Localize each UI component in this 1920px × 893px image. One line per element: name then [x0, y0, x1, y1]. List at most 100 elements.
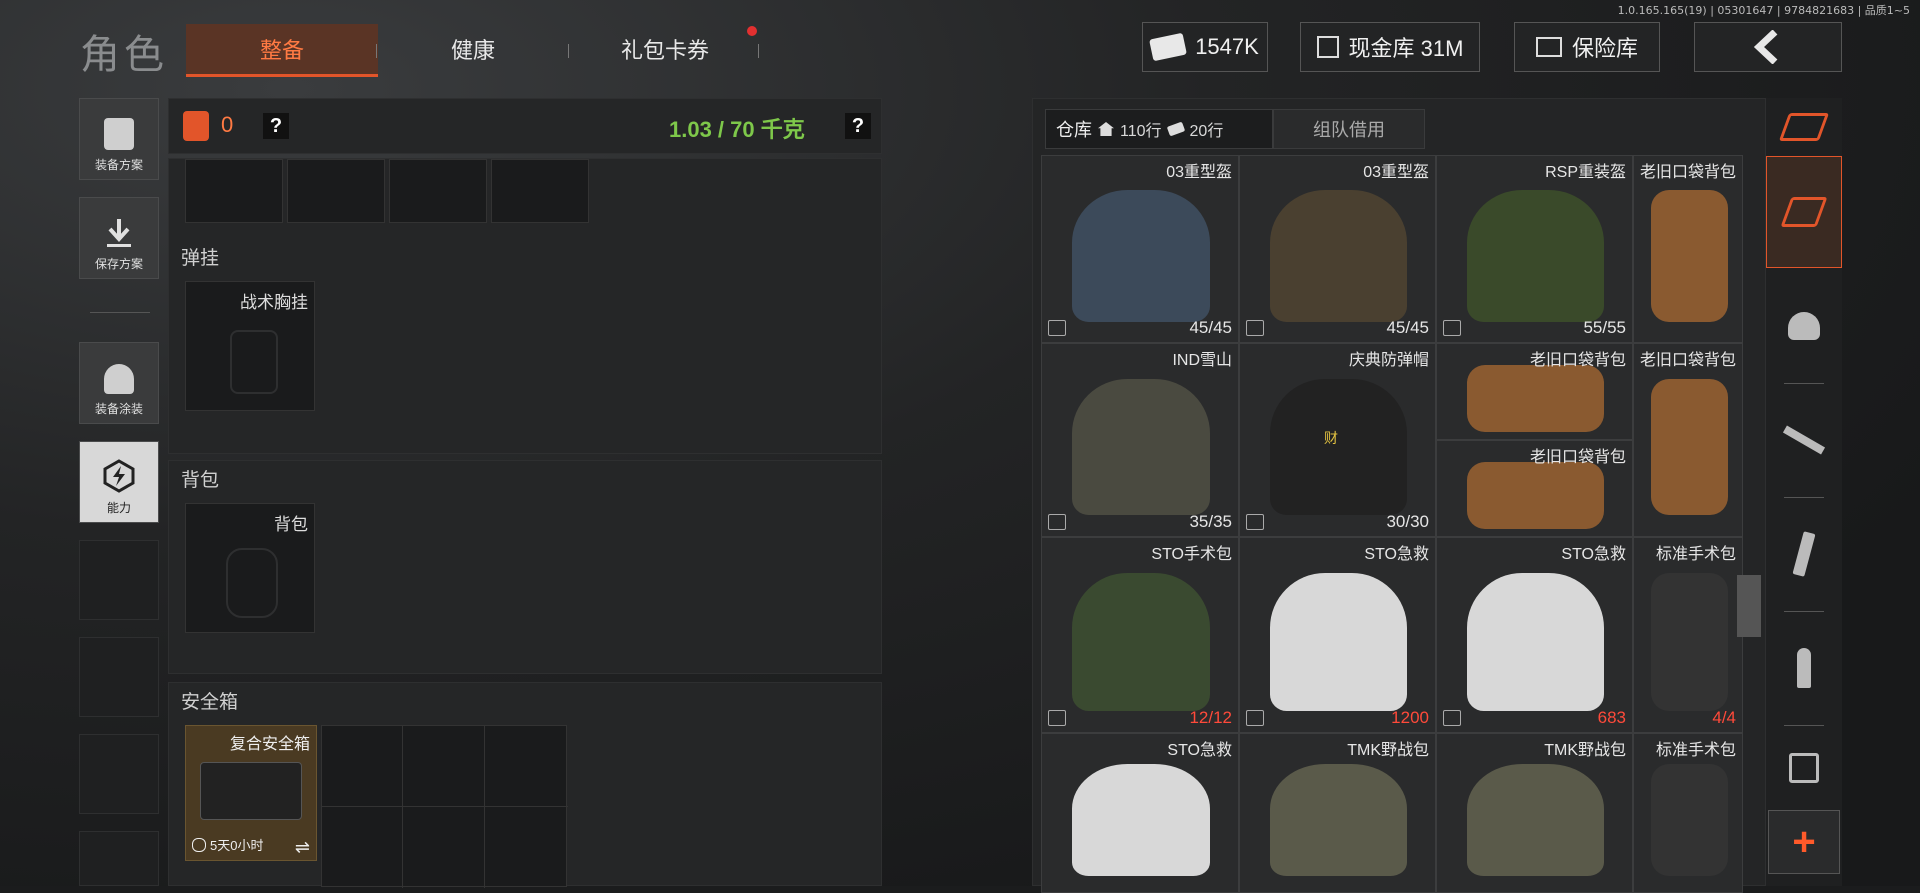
save-plan-button[interactable]: 保存方案 — [79, 197, 159, 279]
backpack-slot[interactable]: 背包 — [185, 503, 315, 633]
tab-equip[interactable]: 整备 — [186, 24, 378, 77]
warehouse-item[interactable]: RSP重装盔 55/55 — [1436, 155, 1633, 343]
scope-filter-button[interactable] — [1766, 726, 1842, 810]
tab-separator — [758, 44, 759, 58]
cash-vault-button[interactable]: 现金库 31M — [1300, 22, 1480, 72]
warehouse-item[interactable]: 老旧口袋背包 — [1436, 440, 1633, 537]
item-image-icon — [1071, 764, 1211, 876]
money-value: 1547K — [1195, 34, 1259, 59]
swap-icon[interactable]: ⇌ — [295, 837, 310, 858]
warehouse-item[interactable]: 庆典防弹帽 30/30 财 — [1239, 343, 1436, 537]
safebox-item[interactable]: 复合安全箱 5天0小时 ⇌ — [185, 725, 317, 861]
armor-icon — [183, 111, 209, 141]
insurance-button[interactable]: 保险库 — [1514, 22, 1660, 72]
warehouse-item[interactable]: IND雪山 35/35 — [1041, 343, 1239, 537]
backpack-slot-label: 背包 — [274, 515, 308, 534]
layers-download-icon — [1780, 197, 1828, 227]
warehouse-item[interactable]: 老旧口袋背包 — [1436, 343, 1633, 440]
loadout-plan-label: 装备方案 — [94, 158, 143, 172]
download-icon — [107, 219, 131, 247]
warehouse-item[interactable]: STO急救 — [1041, 733, 1239, 893]
item-image-icon — [1269, 573, 1408, 711]
scope-icon — [1789, 753, 1819, 783]
safebox-section: 安全箱 复合安全箱 5天0小时 ⇌ — [168, 682, 882, 888]
money-display[interactable]: 1547K — [1142, 22, 1268, 72]
ammo-filter-button[interactable] — [1766, 612, 1842, 724]
cash-stack-icon — [1149, 32, 1188, 62]
item-count: 30/30 — [1386, 512, 1429, 531]
ability-label: 能力 — [106, 501, 131, 515]
item-image-icon — [1650, 764, 1728, 876]
item-image-icon — [1269, 764, 1408, 876]
page-title: 角色 — [80, 33, 168, 77]
container-box-icon — [1443, 710, 1461, 726]
ability-button[interactable]: 能力 — [79, 441, 159, 523]
safebox-case-icon — [200, 762, 302, 820]
warehouse-item[interactable]: 标准手术包 — [1633, 733, 1743, 893]
warehouse-item[interactable]: STO急救 1200 — [1239, 537, 1436, 733]
sidebar-divider — [90, 312, 150, 313]
tab-separator — [376, 44, 377, 58]
item-count: 35/35 — [1189, 512, 1232, 531]
safebox-title: 安全箱 — [181, 692, 239, 713]
warehouse-tab[interactable]: 仓库 110行 20行 — [1045, 109, 1273, 149]
chevron-left-icon — [1753, 30, 1778, 64]
item-count: 55/55 — [1583, 318, 1626, 337]
helmet-filter-button[interactable] — [1766, 270, 1842, 382]
safebox-item-name: 复合安全箱 — [229, 736, 310, 753]
magazine-filter-button[interactable] — [1766, 498, 1842, 610]
equipment-paint-button[interactable]: 装备涂装 — [79, 342, 159, 424]
safebox-grid[interactable] — [321, 725, 568, 888]
armor-count: 0 — [221, 112, 234, 137]
item-name: STO手术包 — [1151, 546, 1232, 563]
help-button[interactable]: ? — [263, 113, 289, 139]
chest-rig-slot[interactable]: 战术胸挂 — [185, 281, 315, 411]
lightning-hex-icon — [103, 459, 135, 493]
tab-health[interactable]: 健康 — [378, 24, 568, 74]
item-name: 老旧口袋背包 — [1529, 352, 1626, 369]
item-image-icon — [1071, 190, 1211, 322]
weight-help-button[interactable]: ? — [845, 113, 871, 139]
item-image-icon — [1466, 573, 1605, 711]
loadout-plan-button[interactable]: 装备方案 — [79, 98, 159, 180]
warehouse-item[interactable]: 老旧口袋背包 — [1633, 155, 1743, 343]
item-image-icon — [1269, 379, 1408, 515]
item-name: 03重型盔 — [1166, 164, 1232, 181]
pocket-slot[interactable] — [287, 159, 385, 223]
backpack-section: 背包 背包 — [168, 460, 882, 674]
pocket-slot[interactable] — [491, 159, 589, 223]
warehouse-item[interactable]: 标准手术包 4/4 — [1633, 537, 1743, 733]
scrollbar-thumb[interactable] — [1737, 575, 1761, 637]
item-name: TMK野战包 — [1347, 742, 1429, 759]
pocket-slot[interactable] — [185, 159, 283, 223]
warehouse-item[interactable]: TMK野战包 — [1436, 733, 1633, 893]
tab-gift-cards[interactable]: 礼包卡券 — [570, 24, 760, 74]
container-box-icon — [1048, 710, 1066, 726]
layers-refresh-button[interactable] — [1766, 100, 1842, 154]
helmet-paint-icon — [104, 364, 134, 394]
item-image-icon — [1466, 190, 1605, 322]
warehouse-item[interactable]: 03重型盔 45/45 — [1239, 155, 1436, 343]
warehouse-item[interactable]: 03重型盔 45/45 — [1041, 155, 1239, 343]
rifle-filter-button[interactable] — [1766, 384, 1842, 496]
equipment-paint-label: 装备涂装 — [94, 402, 143, 416]
clock-icon — [192, 837, 206, 852]
back-button[interactable] — [1694, 22, 1842, 72]
item-count: 683 — [1597, 708, 1626, 727]
warehouse-item[interactable]: STO手术包 12/12 — [1041, 537, 1239, 733]
item-image-icon — [1466, 364, 1605, 433]
item-count: 12/12 — [1189, 708, 1232, 727]
ammo-icon — [1797, 648, 1811, 688]
warehouse-item[interactable]: 老旧口袋背包 — [1633, 343, 1743, 537]
container-box-icon — [1246, 320, 1264, 336]
item-image-icon — [1071, 379, 1211, 515]
team-borrow-tab[interactable]: 组队借用 — [1273, 109, 1425, 149]
empty-sidebar-slot — [79, 540, 159, 620]
pocket-slot[interactable] — [389, 159, 487, 223]
add-button[interactable]: + — [1768, 810, 1840, 874]
layers-download-button[interactable] — [1766, 156, 1842, 268]
item-count: 45/45 — [1189, 318, 1232, 337]
item-image-icon — [1269, 190, 1408, 322]
warehouse-item[interactable]: STO急救 683 — [1436, 537, 1633, 733]
warehouse-item[interactable]: TMK野战包 — [1239, 733, 1436, 893]
